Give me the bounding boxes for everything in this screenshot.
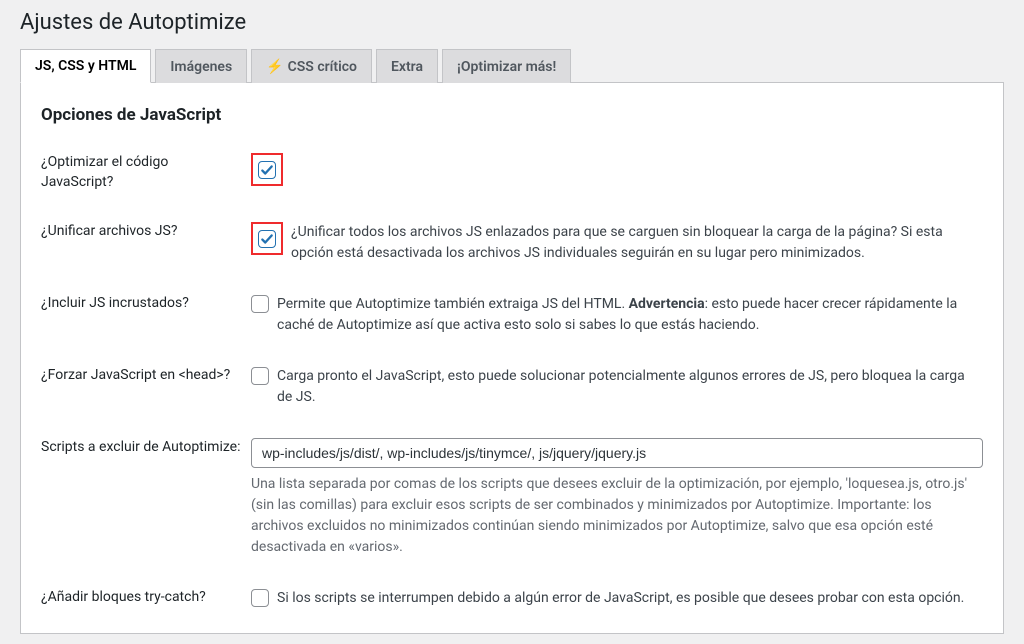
checkbox-head-js[interactable] <box>251 367 269 385</box>
checkbox-optimize-js[interactable] <box>258 161 276 179</box>
tab-label: JS, CSS y HTML <box>35 58 136 74</box>
tab-js-css-html[interactable]: JS, CSS y HTML <box>20 49 151 83</box>
label-exclude-scripts: Scripts a excluir de Autoptimize: <box>41 438 251 458</box>
row-unify-js: ¿Unificar archivos JS? ¿Unificar todos l… <box>41 222 983 264</box>
page-title: Ajustes de Autoptimize <box>20 10 1004 35</box>
checkbox-inline-js[interactable] <box>251 295 269 313</box>
tab-critical-css[interactable]: ⚡ CSS crítico <box>251 49 372 83</box>
tab-label: Imágenes <box>170 59 232 75</box>
row-optimize-js: ¿Optimizar el código JavaScript? <box>41 153 983 192</box>
row-trycatch: ¿Añadir bloques try-catch? Si los script… <box>41 588 983 609</box>
label-inline-js: ¿Incluir JS incrustados? <box>41 294 251 314</box>
input-exclude-scripts[interactable] <box>251 438 983 468</box>
tab-images[interactable]: Imágenes <box>155 49 247 83</box>
desc-trycatch: Si los scripts se interrumpen debido a a… <box>277 588 964 609</box>
label-optimize-js: ¿Optimizar el código JavaScript? <box>41 153 251 192</box>
settings-panel: Opciones de JavaScript ¿Optimizar el cód… <box>20 83 1004 634</box>
label-head-js: ¿Forzar JavaScript en <head>? <box>41 366 251 386</box>
highlight-unify-js <box>251 222 283 255</box>
desc-head-js: Carga pronto el JavaScript, esto puede s… <box>277 366 983 408</box>
checkbox-trycatch[interactable] <box>251 589 269 607</box>
desc-inline-js: Permite que Autoptimize también extraiga… <box>277 294 983 336</box>
bolt-icon: ⚡ <box>266 59 283 75</box>
desc-unify-js: ¿Unificar todos los archivos JS enlazado… <box>291 222 983 264</box>
highlight-optimize-js <box>251 153 283 186</box>
row-head-js: ¿Forzar JavaScript en <head>? Carga pron… <box>41 366 983 408</box>
tab-extra[interactable]: Extra <box>376 49 438 83</box>
section-title: Opciones de JavaScript <box>41 105 983 125</box>
tab-label: Extra <box>391 59 423 75</box>
label-unify-js: ¿Unificar archivos JS? <box>41 222 251 242</box>
row-exclude-scripts: Scripts a excluir de Autoptimize: Una li… <box>41 438 983 558</box>
tab-label: CSS crítico <box>288 59 357 75</box>
help-exclude-scripts: Una lista separada por comas de los scri… <box>251 474 983 558</box>
tab-optimize-more[interactable]: ¡Optimizar más! <box>442 49 571 83</box>
checkbox-unify-js[interactable] <box>258 230 276 248</box>
label-trycatch: ¿Añadir bloques try-catch? <box>41 588 251 608</box>
nav-tabs: JS, CSS y HTML Imágenes ⚡ CSS crítico Ext… <box>20 49 1004 83</box>
row-inline-js: ¿Incluir JS incrustados? Permite que Aut… <box>41 294 983 336</box>
tab-label: ¡Optimizar más! <box>457 59 556 75</box>
